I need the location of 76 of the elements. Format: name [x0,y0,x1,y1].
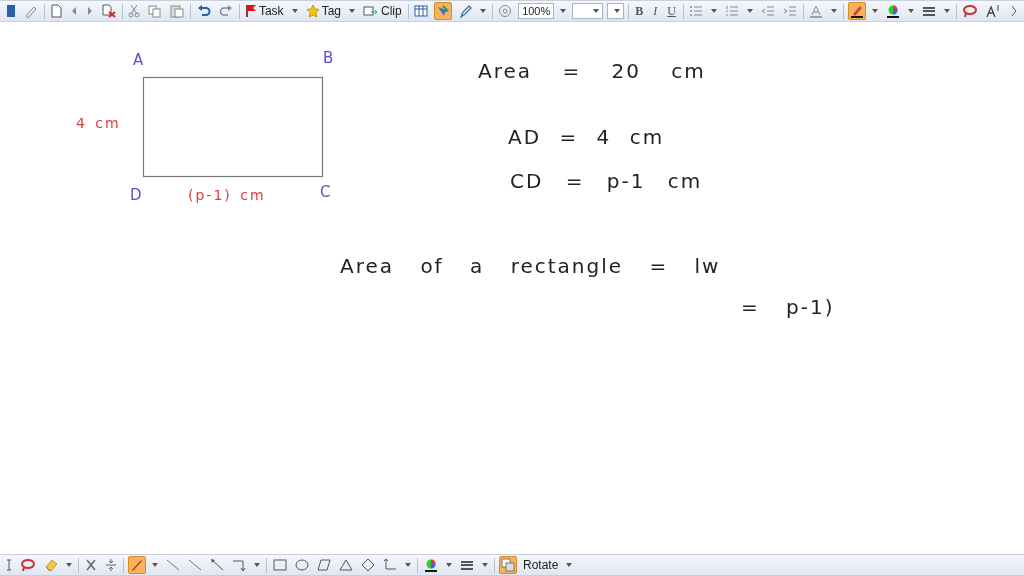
caret-icon[interactable] [711,9,718,13]
caret-icon[interactable] [291,9,298,13]
handwritten-note: = p-1) [741,296,835,318]
caret-icon[interactable] [747,9,754,13]
flag-button[interactable]: Task [242,3,286,19]
star-button[interactable]: Tag [303,3,343,19]
arrow-icon[interactable] [210,558,224,572]
pen-icon[interactable] [457,4,472,18]
color-wheel-icon[interactable] [424,558,438,572]
lasso-icon[interactable] [20,558,36,572]
more-icon[interactable] [1009,4,1018,18]
bold-button[interactable]: B [632,2,647,20]
page-icon[interactable] [50,4,63,18]
zoom-field[interactable]: 100% [518,3,555,19]
measurement-label: (p-1) cm [188,188,266,204]
caret-icon[interactable] [349,9,355,13]
vertex-label: B [323,50,336,67]
measurement-label: 4 cm [76,116,121,132]
vertex-label: C [320,184,333,201]
color-wheel-icon[interactable] [885,4,900,18]
caret-icon[interactable] [831,9,838,13]
star-icon [305,4,320,18]
undo-icon[interactable] [196,4,211,18]
caret-icon[interactable] [152,563,158,567]
caret-icon[interactable] [446,563,452,567]
diamond-icon[interactable] [361,558,375,572]
flag-icon [244,4,257,18]
superscript-icon[interactable] [985,4,1002,18]
caret-icon[interactable] [907,9,914,13]
text-cursor-icon[interactable] [6,558,12,572]
font-field[interactable] [572,3,604,19]
triangle-icon[interactable] [339,558,353,572]
cut-icon[interactable] [128,4,141,18]
size-field[interactable] [607,3,625,19]
caret-icon[interactable] [482,563,488,567]
pointer-icon[interactable] [435,4,450,18]
pen-icon[interactable] [24,4,38,18]
caret-icon[interactable] [614,9,621,13]
lasso-icon[interactable] [961,4,978,18]
caret-icon[interactable] [254,563,260,567]
handwritten-note: AD = 4 cm [508,126,665,148]
caret-icon[interactable] [66,563,72,567]
connector-icon[interactable] [232,558,246,572]
text-color-icon[interactable] [809,4,824,18]
caret-icon[interactable] [871,9,878,13]
axes-icon[interactable] [383,558,397,572]
line-weight-icon[interactable] [460,558,474,572]
delete-page-icon[interactable] [102,4,117,18]
next-icon[interactable] [86,4,95,18]
pen-icon[interactable] [130,558,144,572]
paste-icon[interactable] [170,4,185,18]
ellipse-icon[interactable] [295,558,309,572]
caret-icon[interactable] [943,9,950,13]
handwritten-note: Area of a rectangle = lw [340,255,721,277]
handwritten-note: CD = p-1 cm [510,170,703,192]
underline-button[interactable]: U [664,2,679,20]
handwritten-note: Area = 20 cm [478,60,706,82]
line-weight-icon[interactable] [921,4,936,18]
delete-icon[interactable] [85,558,97,572]
caret-icon[interactable] [560,9,567,13]
vertex-label: D [130,187,144,204]
vertex-label: A [133,52,146,69]
caret-icon[interactable] [593,9,600,13]
insert-space-icon[interactable] [105,558,117,572]
clip-button[interactable]: Clip [361,3,404,19]
caret-icon[interactable] [566,563,573,567]
line-icon[interactable] [166,558,180,572]
table-icon[interactable] [413,4,428,18]
rotate-button[interactable]: Rotate [521,557,561,573]
caret-icon[interactable] [405,563,411,567]
redo-icon[interactable] [218,4,233,18]
line-icon[interactable] [188,558,202,572]
parallelogram-icon[interactable] [317,558,331,572]
highlighter-icon[interactable] [849,4,864,18]
caret-icon[interactable] [479,9,486,13]
italic-button[interactable]: I [650,2,661,20]
